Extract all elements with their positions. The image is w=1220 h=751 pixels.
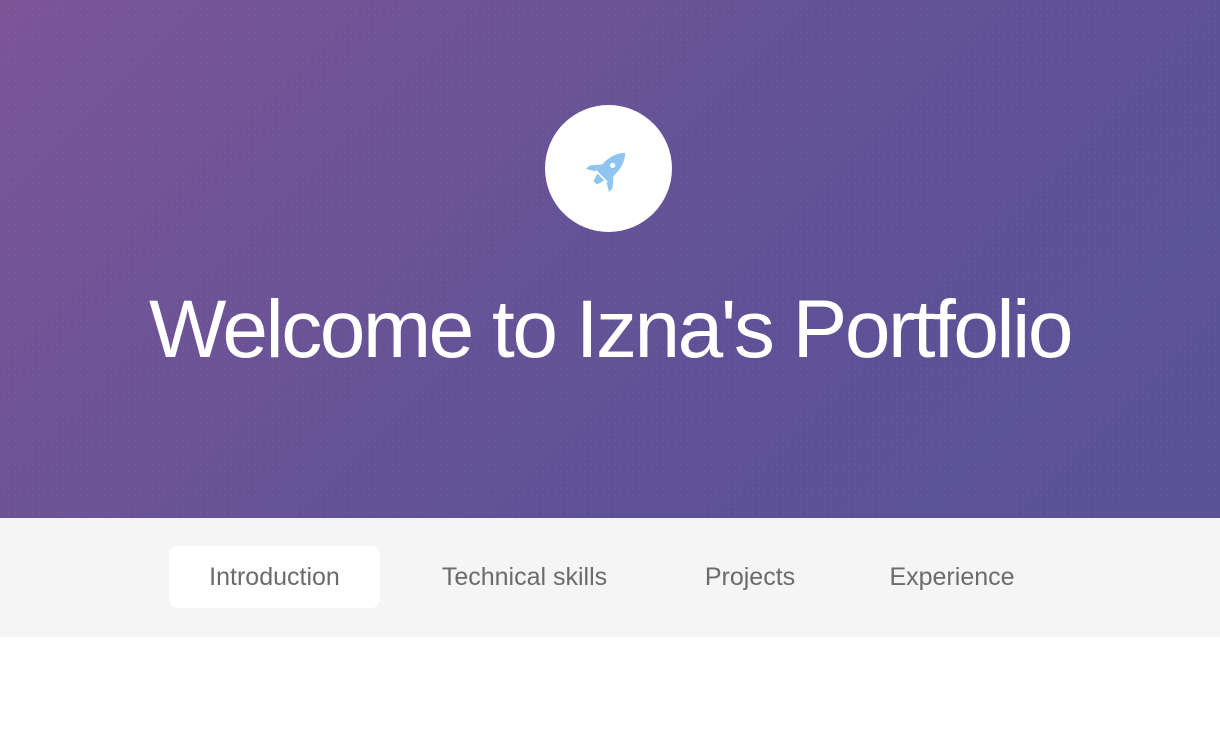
rocket-icon (585, 152, 625, 192)
page-title: Welcome to Izna's Portfolio (149, 284, 1073, 375)
tab-projects[interactable]: Projects (682, 546, 818, 608)
tab-technical-skills[interactable]: Technical skills (418, 546, 631, 608)
section-tabs: Introduction Technical skills Projects E… (0, 518, 1220, 637)
tab-introduction[interactable]: Introduction (169, 546, 380, 608)
main-content (0, 637, 1220, 751)
hero-banner: Welcome to Izna's Portfolio (0, 0, 1220, 518)
logo-badge (545, 105, 672, 232)
tab-experience[interactable]: Experience (866, 546, 1038, 608)
